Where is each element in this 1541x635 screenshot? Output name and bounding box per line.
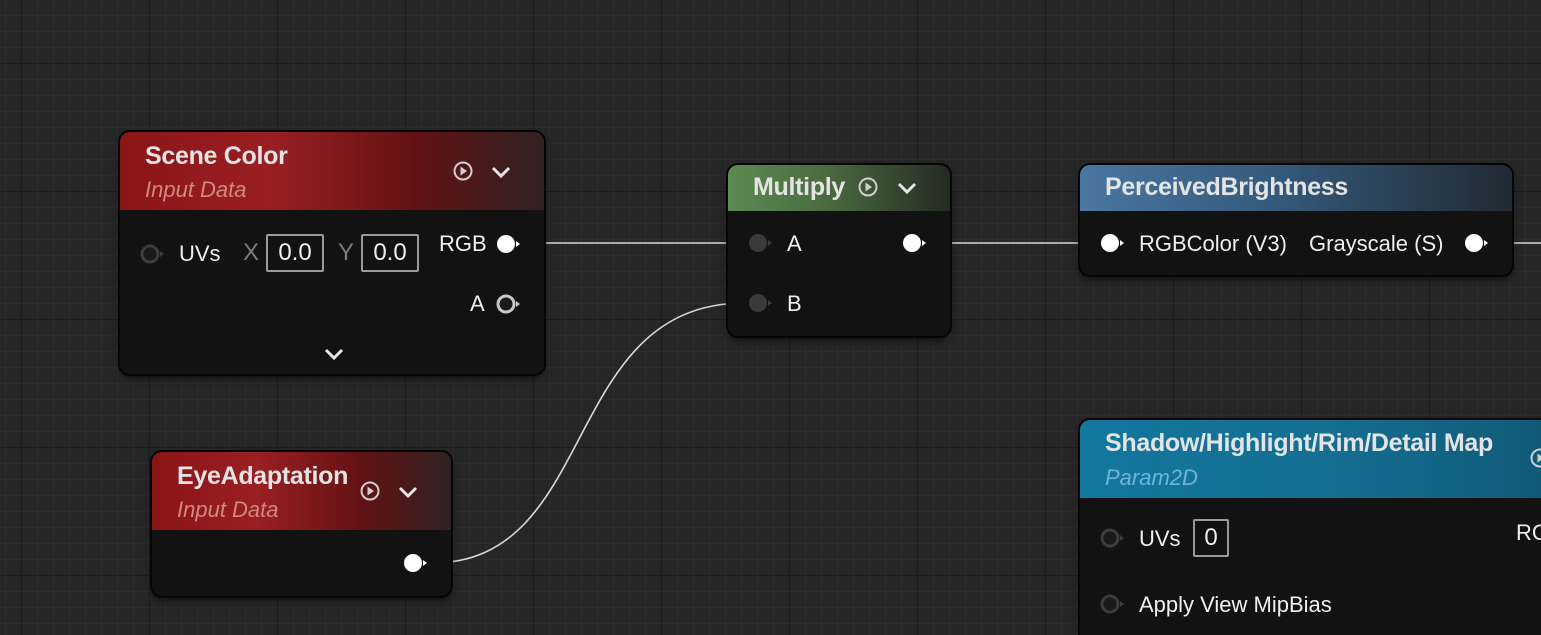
expand-chevron-icon[interactable] — [323, 347, 345, 361]
a-input-label: A — [787, 231, 802, 256]
node-shadow-highlight-rim-detail-map[interactable]: Shadow/Highlight/Rim/Detail Map Param2D … — [1080, 420, 1541, 635]
preview-play-icon[interactable] — [453, 161, 473, 181]
grayscale-output-label: Grayscale (S) — [1309, 231, 1444, 256]
node-header[interactable]: Multiply — [728, 165, 950, 211]
node-subtitle: Input Data — [177, 497, 279, 522]
uvs-input-pin-icon[interactable] — [138, 243, 168, 265]
node-title: Shadow/Highlight/Rim/Detail Map — [1105, 429, 1493, 457]
mipbias-input-pin-icon[interactable] — [1098, 593, 1128, 615]
node-title: Multiply — [753, 173, 846, 201]
preview-play-icon[interactable] — [360, 481, 380, 501]
rgbcolor-input-pin-icon[interactable] — [1098, 232, 1128, 254]
b-input-pin-icon[interactable] — [746, 292, 776, 314]
x-axis-label: X — [243, 239, 260, 266]
node-multiply[interactable]: Multiply A B — [728, 165, 950, 336]
preview-play-icon[interactable] — [1530, 448, 1541, 468]
node-title: EyeAdaptation — [177, 462, 349, 490]
node-subtitle: Param2D — [1105, 465, 1198, 490]
node-title: PerceivedBrightness — [1105, 173, 1349, 201]
preview-play-icon[interactable] — [858, 177, 878, 197]
uv-y-input[interactable] — [361, 234, 419, 272]
uv-x-input[interactable] — [266, 234, 324, 272]
a-output-label: A — [470, 291, 485, 316]
collapse-chevron-icon[interactable] — [397, 485, 419, 499]
rgb-output-label: RGB — [439, 231, 487, 256]
a-input-pin-icon[interactable] — [746, 232, 776, 254]
node-header[interactable]: EyeAdaptation Input Data — [152, 452, 451, 530]
uvs-index-input[interactable] — [1193, 519, 1229, 557]
a-output-pin-icon[interactable] — [494, 293, 524, 315]
node-scene-color[interactable]: Scene Color Input Data UVs X Y RGB A — [120, 132, 544, 374]
y-axis-label: Y — [338, 239, 355, 266]
node-header[interactable]: Scene Color Input Data — [120, 132, 544, 210]
node-subtitle: Input Data — [145, 177, 247, 202]
node-header[interactable]: Shadow/Highlight/Rim/Detail Map Param2D — [1080, 420, 1541, 498]
rgbcolor-input-label: RGBColor (V3) — [1139, 231, 1287, 256]
grayscale-output-pin-icon[interactable] — [1462, 232, 1492, 254]
node-header[interactable]: PerceivedBrightness — [1080, 165, 1512, 211]
collapse-chevron-icon[interactable] — [896, 181, 918, 195]
rg-output-label: RG — [1516, 520, 1541, 545]
rgb-output-pin-icon[interactable] — [494, 233, 524, 255]
uvs-label: UVs — [1139, 526, 1181, 551]
mipbias-label: Apply View MipBias — [1139, 592, 1332, 617]
output-pin-icon[interactable] — [401, 552, 431, 574]
b-input-label: B — [787, 291, 802, 316]
collapse-chevron-icon[interactable] — [490, 165, 512, 179]
uvs-input-pin-icon[interactable] — [1098, 527, 1128, 549]
node-title: Scene Color — [145, 142, 288, 170]
result-output-pin-icon[interactable] — [900, 232, 930, 254]
uvs-label: UVs — [179, 241, 221, 266]
node-perceived-brightness[interactable]: PerceivedBrightness RGBColor (V3) Graysc… — [1080, 165, 1512, 275]
node-eye-adaptation[interactable]: EyeAdaptation Input Data — [152, 452, 451, 596]
